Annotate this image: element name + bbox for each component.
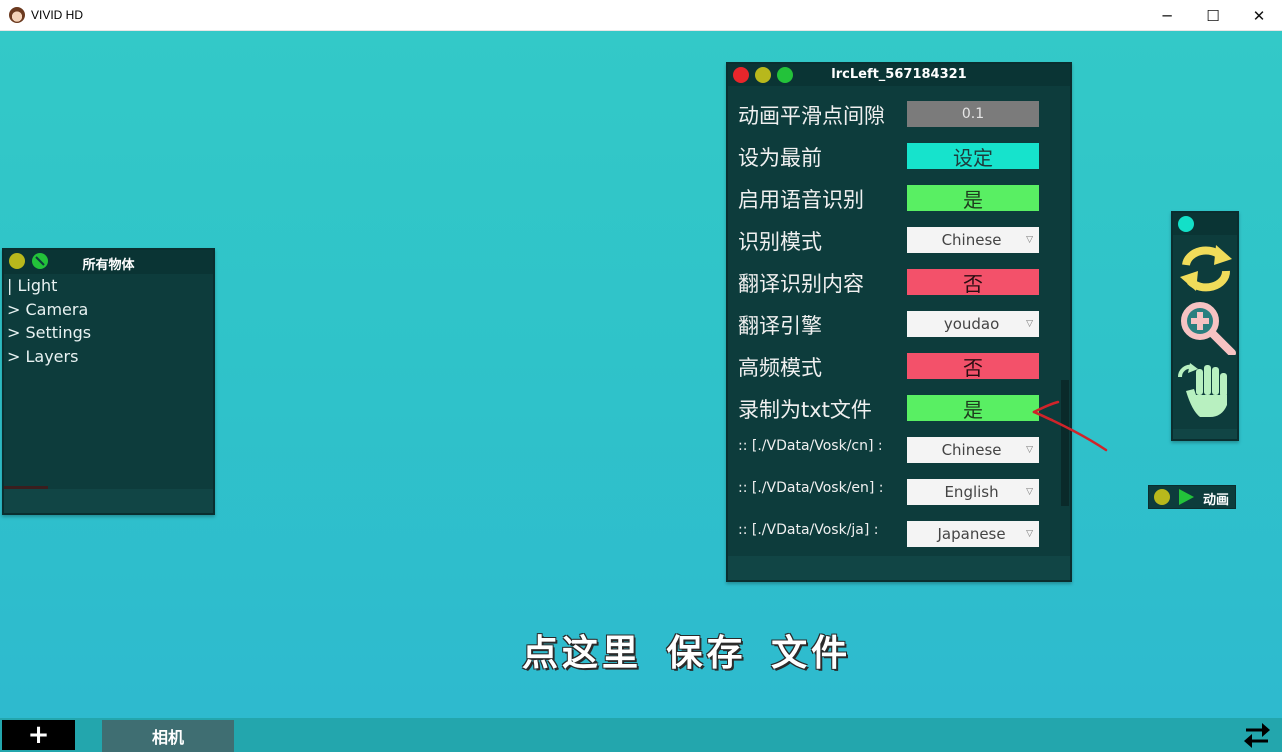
translate-engine-value: youdao [943,315,1000,333]
settings-panel: lrcLeft_567184321 动画平滑点间隙 0.1 设为最前 设定 启用… [726,62,1072,582]
vosk-en-select[interactable]: English ▽ [907,479,1039,505]
hand-rotate-icon[interactable] [1176,361,1236,419]
objects-panel-title: 所有物体 [82,258,135,273]
object-item-light[interactable]: | Light [7,274,91,298]
row-label-vosk-en: :: [./VData/Vosk/en] : [738,480,884,496]
tools-panel [1171,211,1239,441]
vosk-ja-select[interactable]: Japanese ▽ [907,521,1039,547]
annotation-arrow [1032,400,1108,452]
tools-panel-header[interactable] [1173,213,1237,235]
chevron-down-icon: ▽ [1026,319,1033,329]
recognition-mode-value: Chinese [941,231,1002,249]
chevron-down-icon: ▽ [1026,235,1033,245]
anim-dot-icon[interactable] [1154,489,1170,505]
animation-label: 动画 [1203,493,1230,508]
vosk-ja-value: Japanese [937,525,1006,543]
row-label-smooth-gap: 动画平滑点间隙 [738,104,885,128]
tools-dot-icon[interactable] [1178,216,1194,232]
add-button[interactable]: + [2,720,75,750]
chevron-down-icon: ▽ [1026,529,1033,539]
row-label-translate-engine: 翻译引擎 [738,314,822,338]
row-label-vosk-ja: :: [./VData/Vosk/ja] : [738,522,879,538]
chevron-down-icon: ▽ [1026,487,1033,497]
vosk-en-value: English [944,483,999,501]
objects-panel: 所有物体 | Light > Camera > Settings > Layer… [2,248,215,515]
settings-panel-title: lrcLeft_567184321 [831,67,967,82]
vosk-cn-select[interactable]: Chinese ▽ [907,437,1039,463]
row-label-bring-front: 设为最前 [738,146,822,170]
vosk-cn-value: Chinese [941,441,1002,459]
tools-panel-footer [1173,429,1237,439]
tab-camera[interactable]: 相机 [102,720,234,752]
maximize-button[interactable]: ☐ [1190,0,1236,31]
save-file-caption: 点这里 保存 文件 [522,632,852,674]
minimize-button[interactable]: ─ [1144,0,1190,31]
app-avatar-icon [9,7,25,23]
record-txt-toggle[interactable]: 是 [907,395,1039,422]
settings-panel-footer [728,556,1070,580]
recognition-mode-select[interactable]: Chinese ▽ [907,227,1039,253]
animation-chip[interactable]: 动画 [1148,485,1236,509]
close-button[interactable]: ✕ [1236,0,1282,31]
smooth-gap-input[interactable]: 0.1 [907,101,1039,127]
objects-panel-footer [4,489,213,513]
object-item-settings[interactable]: > Settings [7,321,91,345]
play-icon[interactable] [1177,488,1195,506]
high-frequency-toggle[interactable]: 否 [907,353,1039,380]
settings-panel-header[interactable]: lrcLeft_567184321 [728,64,1070,86]
row-label-recognition-mode: 识别模式 [738,230,822,254]
object-item-camera[interactable]: > Camera [7,298,91,322]
window-title: VIVID HD [31,8,84,22]
object-item-layers[interactable]: > Layers [7,345,91,369]
translate-engine-select[interactable]: youdao ▽ [907,311,1039,337]
refresh-icon[interactable] [1176,239,1236,297]
bottom-bar: + 相机 [0,718,1282,752]
objects-list: | Light > Camera > Settings > Layers [7,274,91,368]
row-label-enable-speech: 启用语音识别 [738,188,864,212]
bring-front-button[interactable]: 设定 [907,143,1039,170]
zoom-in-icon[interactable] [1176,297,1236,357]
enable-speech-toggle[interactable]: 是 [907,185,1039,212]
row-label-high-frequency: 高频模式 [738,356,822,380]
row-label-vosk-cn: :: [./VData/Vosk/cn] : [738,438,883,454]
row-label-translate-content: 翻译识别内容 [738,272,864,296]
row-label-record-txt: 录制为txt文件 [738,398,872,422]
window-titlebar: VIVID HD ─ ☐ ✕ [0,0,1282,31]
translate-content-toggle[interactable]: 否 [907,269,1039,296]
objects-panel-header[interactable]: 所有物体 [4,250,213,274]
swap-icon[interactable] [1242,721,1272,749]
